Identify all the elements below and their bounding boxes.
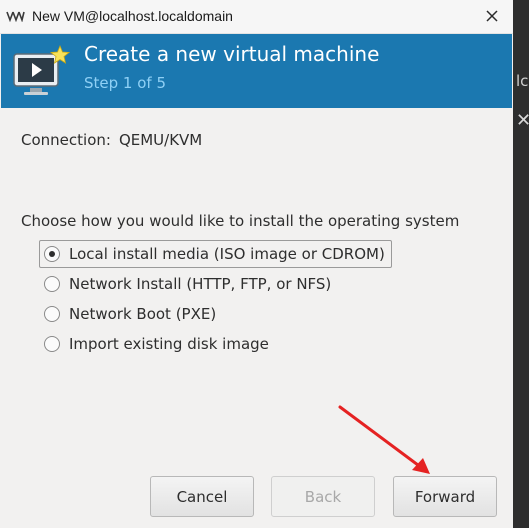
radio-import-disk-image[interactable]: Import existing disk image (40, 330, 275, 358)
radio-button[interactable] (44, 276, 60, 292)
page-heading: Create a new virtual machine (84, 42, 380, 66)
cancel-button[interactable]: Cancel (150, 476, 254, 517)
background-window: lc ✕ (513, 0, 529, 528)
radio-label: Local install media (ISO image or CDROM) (69, 245, 385, 263)
background-close-icon[interactable]: ✕ (516, 110, 529, 131)
window-title: New VM@localhost.localdomain (32, 8, 233, 24)
step-indicator: Step 1 of 5 (84, 74, 167, 92)
radio-network-install[interactable]: Network Install (HTTP, FTP, or NFS) (40, 270, 337, 298)
close-icon[interactable] (482, 6, 502, 26)
radio-network-boot[interactable]: Network Boot (PXE) (40, 300, 222, 328)
background-window-text: lc (516, 72, 529, 90)
radio-label: Import existing disk image (69, 335, 269, 353)
connection-info: Connection: QEMU/KVM (21, 131, 202, 149)
header-banner: Create a new virtual machine Step 1 of 5 (1, 34, 512, 108)
radio-label: Network Install (HTTP, FTP, or NFS) (69, 275, 332, 293)
connection-value: QEMU/KVM (118, 131, 203, 149)
radio-button[interactable] (44, 306, 60, 322)
annotation-arrow (338, 405, 430, 474)
title-bar: New VM@localhost.localdomain (0, 0, 513, 34)
virt-manager-app-icon (6, 10, 25, 22)
back-button[interactable]: Back (271, 476, 375, 517)
forward-button[interactable]: Forward (393, 476, 497, 517)
vm-monitor-new-icon (13, 44, 70, 95)
radio-label: Network Boot (PXE) (69, 305, 217, 323)
radio-button[interactable] (44, 246, 60, 262)
connection-label: Connection: (21, 131, 111, 149)
install-method-question: Choose how you would like to install the… (21, 212, 460, 230)
radio-button[interactable] (44, 336, 60, 352)
radio-local-install-media[interactable]: Local install media (ISO image or CDROM) (39, 240, 392, 268)
